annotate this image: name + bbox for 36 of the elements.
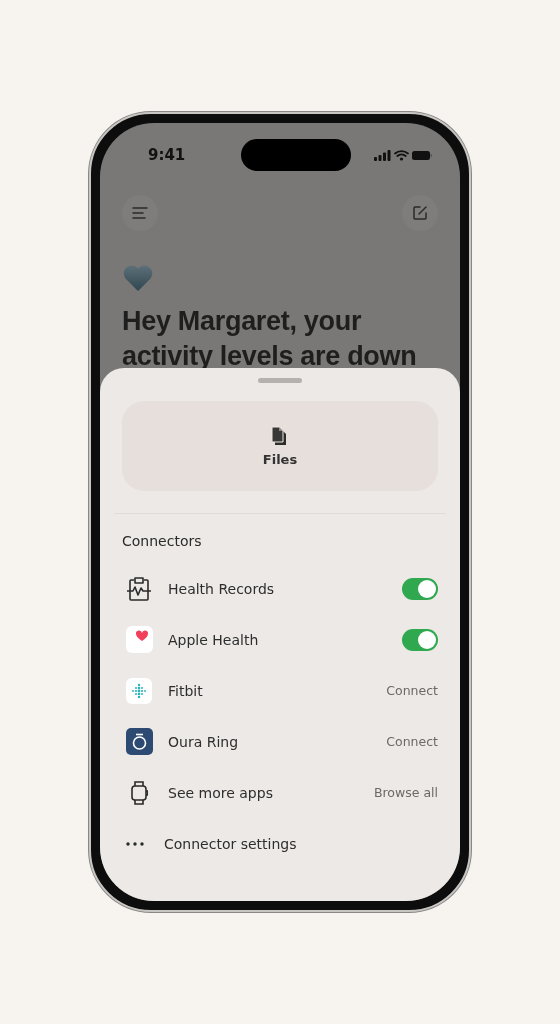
connect-link[interactable]: Browse all: [373, 785, 438, 800]
connector-item[interactable]: See more apps Browse all: [122, 767, 438, 818]
connector-name: See more apps: [168, 784, 274, 801]
drag-handle[interactable]: [258, 378, 302, 383]
connector-item[interactable]: Apple Health: [122, 614, 438, 665]
watch-icon: [130, 779, 148, 806]
heart-app-icon: [125, 626, 153, 653]
menu-icon: [132, 207, 148, 219]
toggle-switch[interactable]: [402, 577, 438, 600]
dots-app-icon: [126, 677, 152, 704]
connector-name: Oura Ring: [168, 733, 240, 750]
toggle-switch[interactable]: [402, 628, 438, 651]
files-icon: [271, 425, 289, 446]
connector-name: Connector settings: [164, 835, 298, 852]
connector-item[interactable]: Connector settings: [122, 818, 438, 869]
compose-button[interactable]: [402, 195, 438, 231]
heart-icon: [122, 264, 154, 292]
status-icons: [374, 149, 432, 161]
status-time: 9:41: [148, 146, 187, 164]
clipboard-pulse-icon: [126, 575, 152, 602]
more-icon: [126, 841, 144, 846]
connector-name: Fitbit: [168, 682, 204, 699]
greeting-heading-line: Hey Margaret, your: [122, 305, 362, 338]
menu-button[interactable]: [122, 195, 158, 231]
files-button[interactable]: Files: [122, 401, 438, 491]
connector-item[interactable]: Fitbit Connect: [122, 665, 438, 716]
connector-name: Health Records: [168, 580, 276, 597]
ring-app-icon: [125, 728, 153, 755]
greeting-heading-line: activity levels are down: [122, 340, 417, 373]
connect-link[interactable]: Connect: [386, 734, 438, 749]
compose-icon: [412, 205, 428, 221]
connector-item[interactable]: Oura Ring Connect: [122, 716, 438, 767]
connector-item[interactable]: Health Records: [122, 563, 438, 614]
connect-link[interactable]: Connect: [386, 683, 438, 698]
section-heading: Connectors: [122, 533, 203, 549]
connector-name: Apple Health: [168, 631, 260, 648]
